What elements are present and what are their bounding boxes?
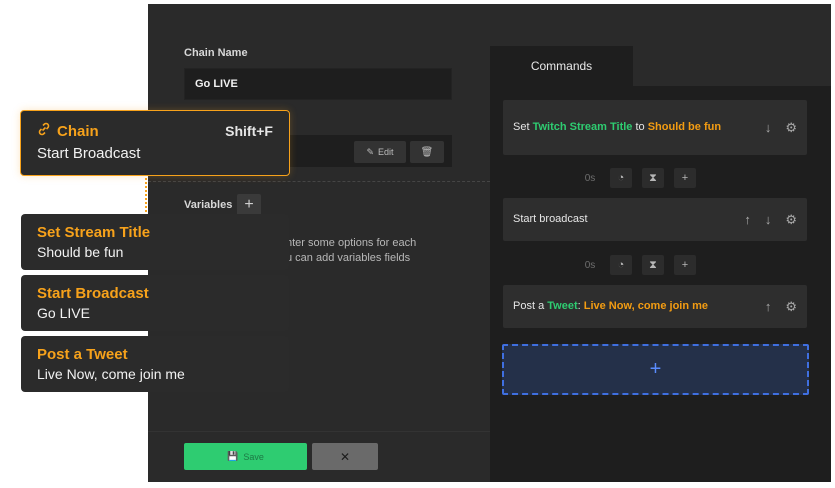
step-title: Post a Tweet (37, 346, 128, 363)
arrow-up-icon[interactable]: ↑ (744, 212, 751, 228)
add-variable-button[interactable]: + (237, 194, 261, 216)
step-callout: Post a Tweet Live Now, come join me (21, 336, 289, 392)
divider (148, 181, 490, 182)
step-subtitle: Live Now, come join me (37, 366, 185, 382)
command-item[interactable]: Set Twitch Stream Title to Should be fun… (503, 100, 807, 155)
save-label: Save (243, 451, 264, 462)
trash-icon: 🗑 (420, 146, 434, 158)
command-target: Twitch Stream Title (532, 121, 633, 133)
step-subtitle: Go LIVE (37, 305, 90, 321)
chain-name-value: Go LIVE (195, 78, 238, 90)
variables-help-text: nter some options for each u can add var… (286, 237, 417, 264)
arrow-down-icon[interactable]: ↓ (765, 120, 772, 136)
chain-callout-title-wrap: Chain (37, 122, 99, 140)
command-text: Post a Tweet: Live Now, come join me (513, 298, 765, 315)
step-callout: Set Stream Title Should be fun (21, 214, 289, 270)
clock-icon[interactable]: ◔ (610, 255, 632, 275)
command-item[interactable]: Start broadcast ↑ ↓ ⚙ (503, 198, 807, 241)
add-command-button[interactable]: + (502, 344, 809, 395)
pencil-icon: ✎ (366, 146, 375, 157)
step-callout: Start Broadcast Go LIVE (21, 275, 289, 331)
save-icon: 💾 (227, 451, 239, 461)
step-title: Set Stream Title (37, 224, 151, 241)
tab-bar: Commands (490, 4, 831, 86)
arrow-down-icon[interactable]: ↓ (765, 212, 772, 228)
command-text: Set Twitch Stream Title to Should be fun (513, 119, 765, 136)
plus-icon: + (649, 358, 662, 380)
gear-icon[interactable]: ⚙ (785, 299, 797, 315)
chain-name-input[interactable]: Go LIVE (184, 68, 452, 100)
gear-icon[interactable]: ⚙ (785, 212, 797, 228)
chain-callout: Chain Shift+F Start Broadcast (20, 110, 290, 176)
delete-button[interactable]: 🗑 (410, 141, 444, 163)
command-connector: to (632, 121, 648, 133)
cancel-button[interactable]: ✕ (312, 443, 378, 470)
hourglass-icon[interactable]: ⧗ (642, 168, 664, 188)
variables-label: Variables (184, 199, 233, 211)
edit-label: Edit (378, 147, 394, 157)
command-prefix: Set (513, 121, 533, 133)
command-value: Live Now, come join me (583, 300, 709, 312)
chain-callout-title: Chain (57, 123, 99, 140)
timer-row: 0s ◔ ⧗ + (580, 168, 696, 188)
plus-icon: + (244, 196, 254, 213)
close-icon: ✕ (339, 449, 351, 464)
command-item[interactable]: Post a Tweet: Live Now, come join me ↑ ⚙ (503, 285, 807, 328)
delay-value: 0s (584, 172, 596, 184)
commands-panel: Commands Set Twitch Stream Title to Shou… (490, 4, 831, 482)
step-title: Start Broadcast (37, 285, 149, 302)
clock-icon[interactable]: ◔ (610, 168, 632, 188)
command-text: Start broadcast (513, 213, 588, 225)
chain-callout-subtitle: Start Broadcast (37, 145, 141, 162)
edit-button[interactable]: ✎ Edit (354, 141, 406, 163)
link-icon (37, 122, 51, 140)
arrow-up-icon[interactable]: ↑ (765, 299, 772, 315)
delay-value: 0s (584, 259, 596, 271)
command-target: Tweet (547, 300, 578, 312)
shortcut-label: Shift+F (225, 123, 273, 139)
callout-connector (145, 178, 147, 212)
hourglass-icon[interactable]: ⧗ (642, 255, 664, 275)
save-button[interactable]: 💾 Save (184, 443, 307, 470)
command-prefix: Post a (513, 300, 548, 312)
step-subtitle: Should be fun (37, 244, 124, 260)
add-step-button[interactable]: + (674, 255, 696, 275)
tab-commands[interactable]: Commands (490, 46, 633, 86)
add-step-button[interactable]: + (674, 168, 696, 188)
chain-name-label: Chain Name (184, 47, 248, 59)
gear-icon[interactable]: ⚙ (785, 120, 797, 136)
command-value: Should be fun (647, 121, 722, 133)
timer-row: 0s ◔ ⧗ + (580, 255, 696, 275)
